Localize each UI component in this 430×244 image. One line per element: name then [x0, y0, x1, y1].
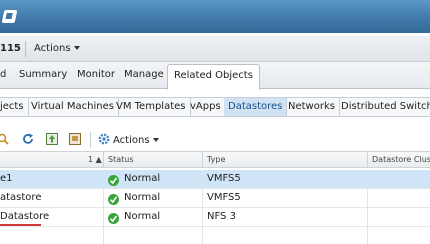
column-divider [103, 152, 104, 168]
cell-divider [202, 189, 203, 208]
column-divider [202, 152, 203, 168]
object-actions-label: Actions [34, 43, 71, 54]
object-name: 115 [0, 43, 21, 54]
toolbar-divider [90, 132, 91, 148]
subtab-vm-templates[interactable]: VM Templates [112, 98, 191, 116]
cell-divider [103, 208, 104, 227]
status-ok-icon [108, 194, 119, 205]
subtab-vapps[interactable]: vApps [186, 98, 226, 116]
datastore-name[interactable]: Datastore [0, 211, 49, 222]
related-objects-subtabs: jects Virtual Machines VM Templates vApp… [0, 97, 430, 117]
tab-monitor[interactable]: Monitor [77, 69, 115, 80]
column-header-status[interactable]: Status [108, 155, 134, 164]
tab-getting-started[interactable]: d [0, 69, 6, 80]
status-text: Normal [124, 192, 161, 203]
cell-divider [202, 170, 203, 189]
main-tabs: d Summary Monitor Manage Related Objects [0, 62, 430, 90]
cell-divider [367, 189, 368, 208]
gear-icon [98, 133, 110, 145]
type-text: VMFS5 [207, 192, 241, 203]
cell-divider [103, 227, 104, 244]
status-text: Normal [124, 211, 161, 222]
red-underline-annotation [0, 224, 41, 226]
refresh-icon[interactable] [22, 133, 34, 145]
cell-divider [367, 170, 368, 189]
chevron-down-icon [152, 138, 159, 142]
tab-manage[interactable]: Manage [124, 69, 164, 80]
chevron-down-icon [73, 46, 80, 50]
table-row[interactable]: e1 Normal VMFS5 [0, 170, 430, 189]
app-header-bar [0, 0, 430, 33]
type-text: NFS 3 [207, 211, 236, 222]
table-row[interactable]: Datastore Normal NFS 3 [0, 208, 430, 227]
tab-summary[interactable]: Summary [19, 69, 67, 80]
column-header-datastore-cluster[interactable]: Datastore Clust [372, 155, 430, 164]
datastore-settings-icon[interactable] [69, 133, 81, 145]
cell-divider [103, 189, 104, 208]
subtab-networks[interactable]: Networks [284, 98, 340, 116]
vsphere-logo-icon [1, 10, 18, 23]
table-row-empty [0, 227, 430, 244]
cell-divider [367, 208, 368, 227]
browse-datastore-icon[interactable] [0, 133, 9, 145]
subtab-distributed-switches[interactable]: Distributed Switche [337, 98, 430, 116]
object-title-bar: 115 Actions [0, 36, 430, 62]
actions-label: Actions [113, 135, 150, 146]
cell-divider [103, 170, 104, 189]
datastore-name[interactable]: atastore [0, 192, 41, 203]
datastores-grid: 1 ▲ Status Type Datastore Clust e1 Norma… [0, 151, 430, 244]
type-text: VMFS5 [207, 173, 241, 184]
status-text: Normal [124, 173, 161, 184]
grid-header: 1 ▲ Status Type Datastore Clust [0, 151, 430, 168]
column-divider [367, 152, 368, 168]
cell-divider [202, 227, 203, 244]
cell-divider [202, 208, 203, 227]
upload-icon[interactable] [46, 133, 58, 145]
tab-related-objects[interactable]: Related Objects [167, 64, 260, 90]
object-actions-menu[interactable]: Actions [34, 43, 80, 54]
subtab-datastores[interactable]: Datastores [224, 98, 288, 116]
status-ok-icon [108, 175, 119, 186]
subtab-virtual-machines[interactable]: Virtual Machines [27, 98, 119, 116]
divider [25, 41, 26, 57]
table-row[interactable]: atastore Normal VMFS5 [0, 189, 430, 208]
name-column-sort-indicator[interactable]: 1 ▲ [88, 155, 102, 164]
actions-menu[interactable]: Actions [113, 135, 159, 146]
column-header-type[interactable]: Type [207, 155, 225, 164]
status-ok-icon [108, 213, 119, 224]
cell-divider [367, 227, 368, 244]
datastore-name[interactable]: e1 [0, 173, 13, 184]
grid-toolbar: Actions [0, 130, 430, 150]
subtab-objects[interactable]: jects [0, 98, 29, 116]
